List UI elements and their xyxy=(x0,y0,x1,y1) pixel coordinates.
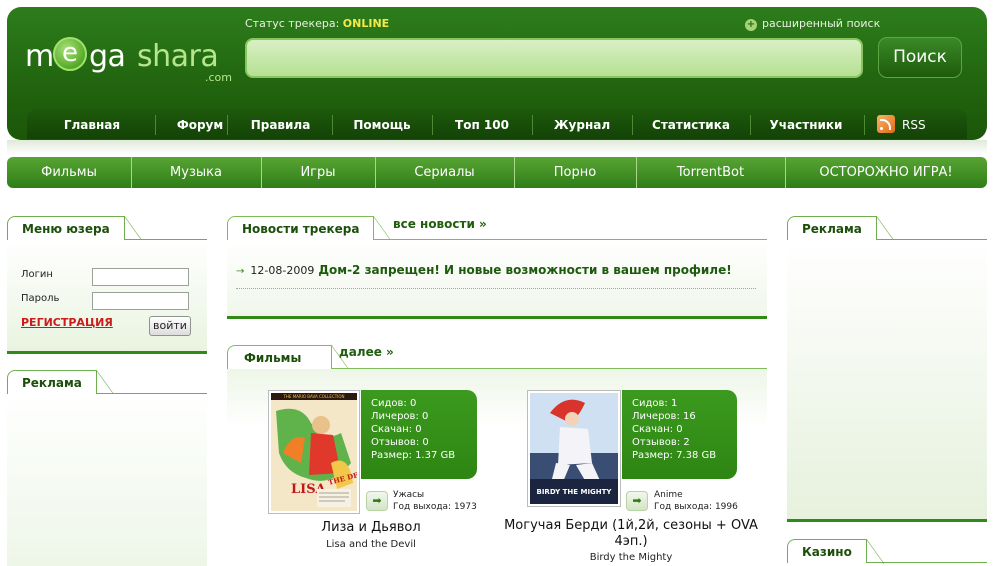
category-porn[interactable]: Порно xyxy=(514,157,636,188)
film-size: Размер: 1.37 GB xyxy=(371,450,456,461)
nav-help[interactable]: Помощь xyxy=(332,109,432,139)
category-bar: Фильмы Музыка Игры Сериалы Порно Torrent… xyxy=(7,157,987,188)
poster-title-text: BIRDY THE MIGHTY xyxy=(536,488,612,496)
nav-rules[interactable]: Правила xyxy=(227,109,334,139)
user-menu-bottom-line xyxy=(7,351,207,354)
film-reviews: Отзывов: 2 xyxy=(632,437,690,448)
film-poster-image-2: BIRDY THE MIGHTY xyxy=(530,393,618,504)
left-ads-title: Реклама xyxy=(7,370,114,395)
nav-divider xyxy=(864,115,865,135)
logo-ga: ga xyxy=(89,39,126,74)
films-more-link[interactable]: далее » xyxy=(339,345,394,359)
film-seeds: Сидов: 1 xyxy=(632,398,678,409)
film-stats-2: Сидов: 1 Личеров: 16 Скачан: 0 Отзывов: … xyxy=(622,390,737,479)
film-poster-2[interactable]: BIRDY THE MIGHTY xyxy=(527,390,621,507)
film-genre-block-1: Ужасы Год выхода: 1973 xyxy=(393,489,477,513)
nav-members[interactable]: Участники xyxy=(750,109,862,139)
poster-top-text: THE MARIO BAVA COLLECTION xyxy=(282,394,344,399)
film-details-button-2[interactable]: ➡ xyxy=(626,491,648,511)
nav-rss-label: RSS xyxy=(902,118,926,132)
category-films[interactable]: Фильмы xyxy=(7,157,131,188)
film-size: Размер: 7.38 GB xyxy=(632,450,717,461)
right-ads-box: Реклама xyxy=(787,216,987,522)
left-ads-panel xyxy=(7,394,207,566)
film-year: Год выхода: 1973 xyxy=(393,502,477,512)
right-ads-panel xyxy=(787,240,987,521)
category-series[interactable]: Сериалы xyxy=(375,157,514,188)
arrow-right-icon: ➡ xyxy=(372,494,382,507)
right-ads-title: Реклама xyxy=(787,216,894,241)
films-title: Фильмы xyxy=(227,345,350,370)
password-label: Пароль xyxy=(21,293,60,304)
film-seeds: Сидов: 0 xyxy=(371,398,417,409)
film-poster-1[interactable]: THE MARIO BAVA COLLECTION LISA THE DEVIL xyxy=(268,390,373,514)
nav-top100[interactable]: Топ 100 xyxy=(432,109,532,139)
logo-shara: shara xyxy=(137,39,219,74)
film-original-title-2: Birdy the Mighty xyxy=(589,552,673,563)
all-news-link[interactable]: все новости » xyxy=(393,217,487,231)
category-music[interactable]: Музыка xyxy=(131,157,261,188)
search-input[interactable] xyxy=(245,38,863,78)
nav-journal[interactable]: Журнал xyxy=(532,109,632,139)
nav-rss[interactable]: RSS xyxy=(877,109,947,139)
header-shadow xyxy=(7,140,987,154)
advanced-search-link[interactable]: + расширенный поиск xyxy=(745,17,880,31)
film-leechers: Личеров: 16 xyxy=(632,411,696,422)
film-downloaded: Скачан: 0 xyxy=(632,424,683,435)
login-label: Логин xyxy=(21,269,53,280)
film-year: Год выхода: 1996 xyxy=(654,502,738,512)
category-torrentbot[interactable]: TorrentBot xyxy=(636,157,785,188)
film-downloaded: Скачан: 0 xyxy=(371,424,422,435)
film-genre: Ужасы xyxy=(393,490,425,500)
news-date: 12-08-2009 xyxy=(250,264,315,277)
register-link[interactable]: РЕГИСТРАЦИЯ xyxy=(21,316,113,329)
tracker-status: Статус трекера: ONLINE xyxy=(245,17,389,30)
film-genre-block-2: Anime Год выхода: 1996 xyxy=(654,489,738,513)
site-logo[interactable]: m e ga shara .com xyxy=(23,37,233,84)
casino-title: Казино xyxy=(787,539,884,564)
site-header: m e ga shara .com Статус трекера: ONLINE… xyxy=(7,7,987,140)
nav-home[interactable]: Главная xyxy=(37,109,147,139)
logo-m: m xyxy=(25,39,54,74)
search-button[interactable]: Поиск xyxy=(878,37,962,78)
logo-com: .com xyxy=(205,71,232,84)
right-ads-bottom-line xyxy=(787,519,987,522)
user-menu-title: Меню юзера xyxy=(7,216,142,241)
logo-e-circle: e xyxy=(53,37,87,71)
news-dotted-divider xyxy=(236,288,756,289)
film-genre: Anime xyxy=(654,490,683,500)
arrow-right-icon: ➡ xyxy=(632,494,642,507)
film-stats-1: Сидов: 0 Личеров: 0 Скачан: 0 Отзывов: 0… xyxy=(361,390,477,479)
film-leechers: Личеров: 0 xyxy=(371,411,429,422)
plus-icon: + xyxy=(745,19,757,31)
login-button[interactable]: войти xyxy=(149,316,191,336)
password-field[interactable] xyxy=(92,292,189,310)
left-ads-box: Реклама xyxy=(7,370,207,566)
film-reviews: Отзывов: 0 xyxy=(371,437,429,448)
news-panel xyxy=(227,240,767,316)
main-nav: Главная Форум Правила Помощь Топ 100 Жур… xyxy=(27,109,967,139)
user-menu-box: Меню юзера Логин Пароль РЕГИСТРАЦИЯ войт… xyxy=(7,216,207,356)
news-item[interactable]: → 12-08-2009 Дом-2 запрещен! И новые возмо… xyxy=(236,263,732,277)
film-details-button-1[interactable]: ➡ xyxy=(366,491,388,511)
category-games[interactable]: Игры xyxy=(261,157,375,188)
film-original-title-1: Lisa and the Devil xyxy=(326,539,416,550)
advanced-search-label: расширенный поиск xyxy=(762,17,881,30)
category-careful-game[interactable]: ОСТОРОЖНО ИГРА! xyxy=(785,157,987,188)
news-title: Новости трекера xyxy=(227,216,392,241)
status-label: Статус трекера: xyxy=(245,17,340,30)
rss-icon xyxy=(877,115,895,133)
casino-box: Казино xyxy=(787,539,987,566)
arrow-right-icon: → xyxy=(236,266,245,277)
nav-statistics[interactable]: Статистика xyxy=(632,109,750,139)
film-poster-image-1: THE MARIO BAVA COLLECTION LISA THE DEVIL xyxy=(271,393,373,511)
login-field[interactable] xyxy=(92,268,189,286)
film-title-1[interactable]: Лиза и Дьявол xyxy=(260,520,482,535)
news-bottom-line xyxy=(227,316,767,319)
news-title-link[interactable]: Дом-2 запрещен! И новые возможности в ва… xyxy=(318,263,731,277)
film-title-2[interactable]: Могучая Берди (1й,2й, сезоны + OVA 4эп.) xyxy=(500,518,762,550)
status-value: ONLINE xyxy=(342,17,390,30)
